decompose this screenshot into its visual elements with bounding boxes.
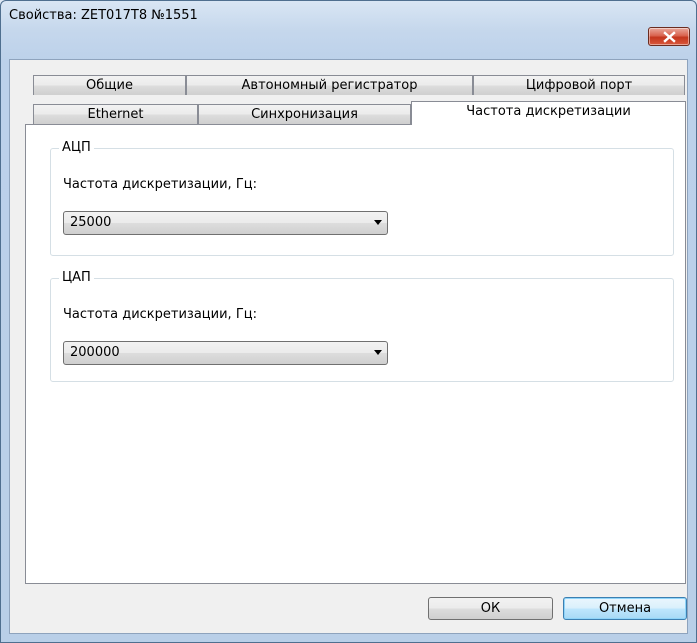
dac-group-caption: ЦАП: [59, 270, 94, 286]
adc-group-caption: АЦП: [59, 140, 94, 156]
tab-label: Частота дискретизации: [466, 104, 631, 119]
tab-digital-port[interactable]: Цифровой порт: [473, 75, 685, 95]
dac-sampling-rate-value: 200000: [70, 345, 120, 360]
tab-general[interactable]: Общие: [33, 75, 186, 95]
dac-group: ЦАП Частота дискретизации, Гц: 200000: [50, 270, 674, 382]
ok-button[interactable]: ОК: [428, 597, 553, 620]
chevron-down-icon: [374, 350, 382, 355]
chevron-down-icon: [374, 220, 382, 225]
cancel-button[interactable]: Отмена: [563, 597, 687, 620]
adc-sampling-rate-value: 25000: [70, 215, 112, 230]
tab-label: Ethernet: [87, 107, 144, 122]
tab-label: Цифровой порт: [525, 78, 633, 93]
cancel-button-label: Отмена: [598, 601, 652, 616]
title-bar[interactable]: Свойства: ZET017T8 №1551: [1, 1, 696, 31]
tab-label: Автономный регистратор: [241, 78, 418, 93]
tab-sampling-rate[interactable]: Частота дискретизации: [411, 101, 686, 125]
dac-sampling-rate-label: Частота дискретизации, Гц:: [63, 307, 257, 322]
adc-sampling-rate-select[interactable]: 25000: [63, 211, 388, 235]
close-button[interactable]: [648, 27, 690, 46]
adc-group: АЦП Частота дискретизации, Гц: 25000: [50, 140, 674, 256]
dac-sampling-rate-select[interactable]: 200000: [63, 341, 388, 365]
tab-ethernet[interactable]: Ethernet: [33, 104, 198, 124]
window-title: Свойства: ZET017T8 №1551: [9, 8, 198, 23]
ok-button-label: ОК: [480, 601, 501, 616]
tab-synchronization[interactable]: Синхронизация: [198, 104, 411, 124]
tab-label: Общие: [86, 78, 133, 93]
sampling-rate-page: АЦП Частота дискретизации, Гц: 25000 ЦАП…: [25, 124, 686, 584]
adc-sampling-rate-label: Частота дискретизации, Гц:: [63, 177, 257, 192]
tab-label: Синхронизация: [251, 107, 358, 122]
tab-autonomous-recorder[interactable]: Автономный регистратор: [186, 75, 473, 95]
close-icon: [663, 31, 676, 43]
